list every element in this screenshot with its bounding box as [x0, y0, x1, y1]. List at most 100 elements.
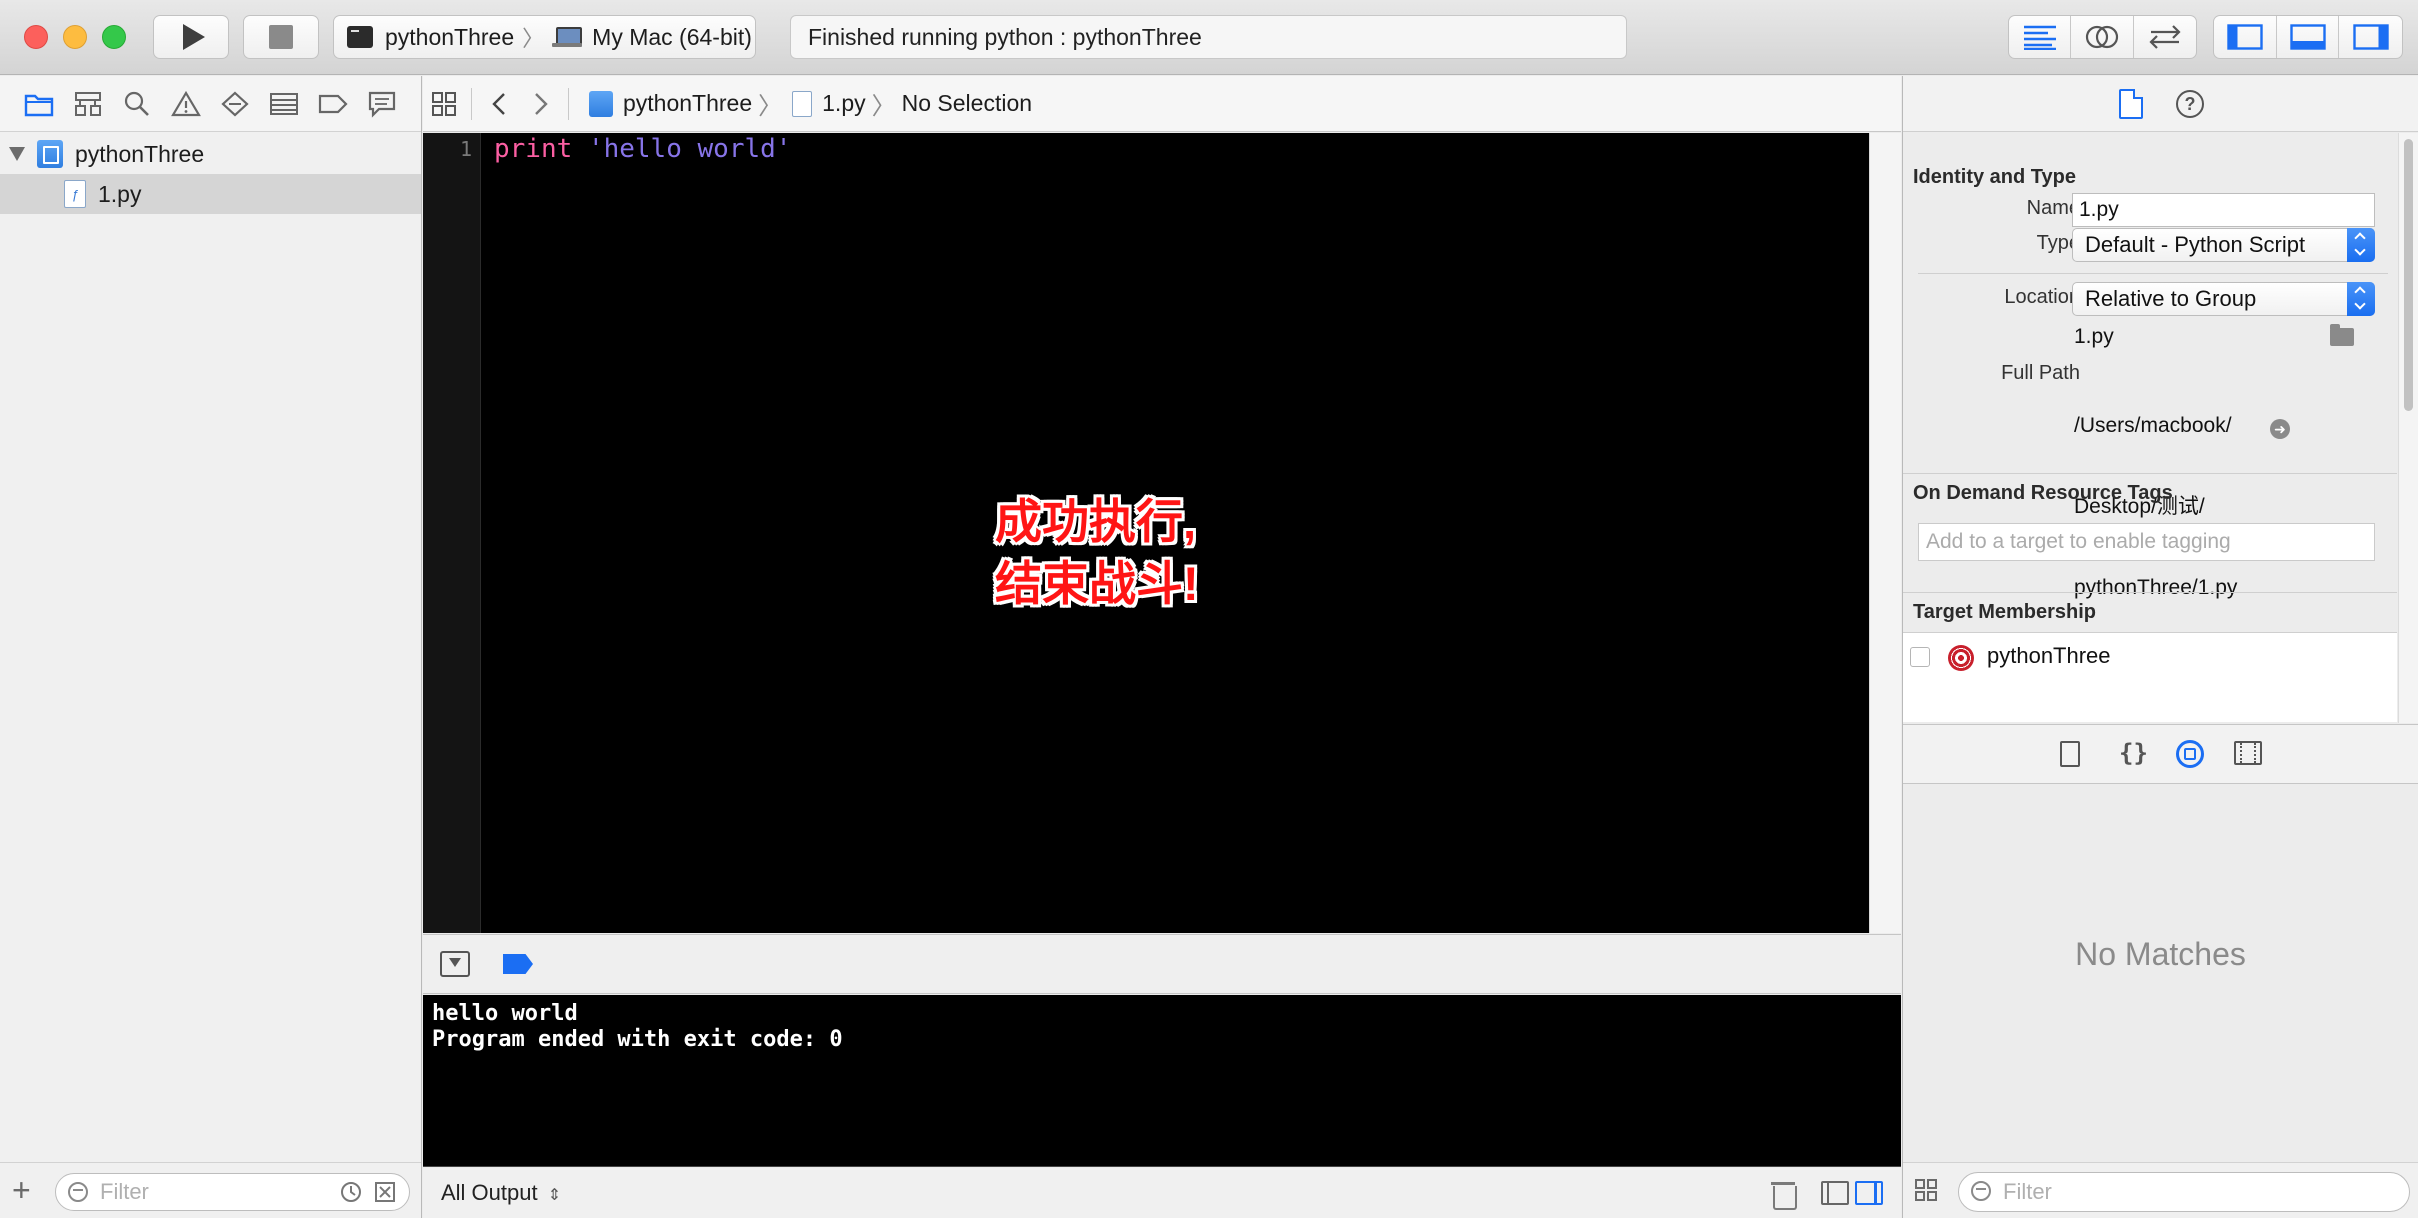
file-template-library-icon[interactable] [2060, 741, 2080, 767]
related-items-button[interactable] [423, 83, 465, 125]
name-field[interactable]: 1.py [2072, 193, 2375, 227]
toggle-utilities-button[interactable] [2339, 16, 2402, 58]
overlay-line-1: 成功执行, [995, 495, 1197, 548]
line-number-gutter[interactable]: 1 [423, 133, 481, 933]
object-library-icon[interactable] [2176, 740, 2204, 768]
tree-row-project[interactable]: pythonThree [0, 134, 421, 174]
chevron-right-icon [535, 92, 548, 115]
tab-find-navigator[interactable] [121, 88, 153, 120]
full-path-label: Full Path [2001, 362, 2080, 384]
console-output[interactable]: hello world Program ended with exit code:… [423, 995, 1901, 1167]
toggle-navigator-button[interactable] [2214, 16, 2277, 58]
window-toolbar: pythonThree 〉 My Mac (64-bit) Finished r… [0, 0, 2418, 75]
membership-section-title: Target Membership [1913, 601, 2096, 623]
add-icon[interactable]: + [12, 1174, 31, 1206]
target-name: pythonThree [1987, 643, 2111, 668]
jump-bar-file[interactable]: 1.py [822, 90, 865, 117]
scheme-target[interactable]: pythonThree [385, 24, 514, 51]
close-window-button[interactable] [24, 25, 48, 49]
folder-icon [24, 94, 53, 116]
location-popup[interactable]: Relative to Group [2072, 282, 2375, 316]
line-number: 1 [459, 137, 472, 161]
clear-console-button[interactable] [1771, 1180, 1797, 1210]
view-toggle-control [2213, 15, 2403, 59]
hide-debug-area-button[interactable] [440, 951, 470, 977]
console-line-2: Program ended with exit code: 0 [432, 1027, 843, 1052]
divider [568, 87, 569, 120]
library-tabs: {} [1903, 724, 2418, 784]
activity-status: Finished running python : pythonThree [808, 23, 1202, 50]
tab-debug-navigator[interactable] [268, 88, 300, 120]
code-snippet-library-icon[interactable]: {} [2119, 741, 2148, 767]
output-filter-label: All Output [441, 1180, 538, 1205]
output-filter-select[interactable]: All Output ⇕ [441, 1180, 561, 1206]
popup-arrows-icon [2347, 228, 2375, 262]
code-line[interactable]: print 'hello world' [494, 134, 791, 164]
tab-issue-navigator[interactable] [170, 88, 202, 120]
grid-view-icon[interactable] [1915, 1179, 1939, 1203]
library-filter-field[interactable]: Filter [1958, 1172, 2410, 1212]
navigator-filter-bar: + Filter [0, 1162, 421, 1218]
grid-icon [432, 91, 456, 116]
tags-field[interactable]: Add to a target to enable tagging [1918, 523, 2375, 561]
jump-bar-project[interactable]: pythonThree [623, 90, 752, 117]
tab-breakpoint-navigator[interactable] [317, 88, 349, 120]
show-variables-view-button[interactable] [1821, 1181, 1849, 1205]
reveal-in-finder-icon[interactable]: ➜ [2270, 419, 2290, 439]
inspector-tabs: ? [1903, 76, 2418, 132]
run-button[interactable] [153, 15, 229, 59]
tab-report-navigator[interactable] [366, 88, 398, 120]
toggle-debug-area-button[interactable] [2277, 16, 2340, 58]
jump-bar-selection[interactable]: No Selection [902, 90, 1032, 117]
navigator-filter-field[interactable]: Filter [55, 1173, 410, 1211]
full-path-line-3: pythonThree/1.py [2074, 576, 2238, 599]
tree-row-file[interactable]: ƒ 1.py [0, 174, 421, 214]
tab-project-navigator[interactable] [23, 88, 55, 120]
standard-editor-button[interactable] [2009, 16, 2072, 58]
editor-scrollbar[interactable] [1869, 133, 1901, 933]
file-inspector-icon[interactable] [2119, 89, 2143, 119]
recent-files-icon[interactable] [340, 1181, 362, 1203]
standard-editor-icon [2023, 25, 2056, 50]
tab-test-navigator[interactable] [219, 88, 251, 120]
go-forward-button[interactable] [520, 83, 562, 125]
breakpoints-toggle-icon[interactable] [503, 954, 533, 974]
laptop-icon [552, 27, 583, 47]
filter-icon [1971, 1181, 1991, 1201]
file-name-value: 1.py [2074, 325, 2114, 348]
source-editor[interactable]: 1 print 'hello world' 成功执行, 结束战斗! [423, 133, 1869, 933]
chevron-right-icon: 〉 [758, 93, 783, 120]
zoom-window-button[interactable] [102, 25, 126, 49]
scheme-selector[interactable]: pythonThree 〉 My Mac (64-bit) [333, 15, 756, 59]
target-icon [1948, 645, 1974, 671]
tags-section-title: On Demand Resource Tags [1913, 482, 2173, 504]
stop-button[interactable] [243, 15, 319, 59]
location-label: Location [2004, 286, 2080, 308]
media-library-icon[interactable] [2234, 741, 2262, 765]
show-console-button[interactable] [1855, 1181, 1883, 1205]
library-filter-bar: Filter [1903, 1162, 2418, 1218]
project-navigator: pythonThree ƒ 1.py + Filter [0, 76, 422, 1218]
target-checkbox[interactable] [1910, 647, 1930, 667]
type-value: Default - Python Script [2085, 232, 2306, 257]
minimize-window-button[interactable] [63, 25, 87, 49]
inspector-scrollbar[interactable] [2398, 133, 2418, 723]
folder-icon[interactable] [2330, 324, 2354, 346]
console-footer: All Output ⇕ [423, 1168, 1901, 1218]
scheme-destination[interactable]: My Mac (64-bit) [592, 24, 752, 51]
type-popup[interactable]: Default - Python Script [2072, 228, 2375, 262]
go-back-button[interactable] [478, 83, 520, 125]
activity-viewer: Finished running python : pythonThree [790, 15, 1627, 59]
quick-help-icon[interactable]: ? [2176, 90, 2204, 118]
search-icon [124, 91, 149, 116]
tab-symbol-navigator[interactable] [72, 88, 104, 120]
full-path-value: /Users/macbook/ Desktop/测试/ pythonThree/… [2074, 358, 2237, 655]
chat-bubble-icon [369, 91, 396, 118]
scrollbar-thumb[interactable] [2404, 139, 2413, 411]
version-editor-button[interactable] [2134, 16, 2196, 58]
assistant-editor-button[interactable] [2071, 16, 2134, 58]
hierarchy-icon [74, 91, 101, 116]
identity-section-title: Identity and Type [1913, 166, 2076, 188]
scm-filter-icon[interactable] [374, 1181, 396, 1203]
disclosure-triangle-icon[interactable] [9, 147, 25, 161]
